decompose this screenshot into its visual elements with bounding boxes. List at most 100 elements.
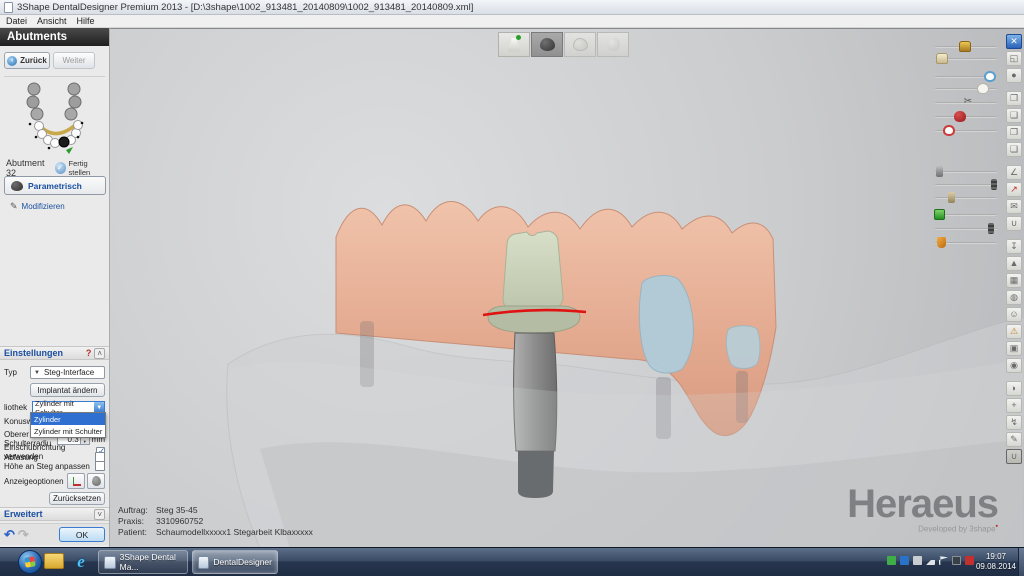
screw-dark-icon[interactable] (991, 179, 997, 190)
fullscreen-icon[interactable]: ◱ (1006, 51, 1022, 66)
notification-icon[interactable] (965, 556, 974, 565)
move-arrows-icon[interactable]: + (1006, 398, 1022, 413)
next-label: Weiter (63, 56, 86, 65)
view-layout-3-icon[interactable]: ❐ (1006, 125, 1022, 140)
tooth-white-icon[interactable] (977, 83, 989, 94)
tooth-red-icon[interactable] (954, 111, 966, 122)
parametric-button[interactable]: Parametrisch (4, 176, 106, 195)
typ-dropdown[interactable]: ▼ Steg-Interface (30, 366, 105, 379)
ok-button[interactable]: OK (59, 527, 105, 542)
display-icon[interactable] (952, 556, 961, 565)
tooth-blue-outline-visibility-slider[interactable] (933, 71, 999, 83)
tooth-blue-outline-icon[interactable] (984, 71, 996, 82)
scissors-icon[interactable] (963, 97, 975, 108)
screw-dark2-visibility-slider[interactable] (933, 223, 999, 235)
crown-step-button[interactable] (564, 32, 596, 57)
warning-icon[interactable]: ⚠ (1006, 324, 1022, 339)
abutment-right-blue[interactable] (639, 276, 693, 374)
title-bar[interactable]: 3Shape DentalDesigner Premium 2013 - [D:… (0, 0, 1024, 15)
tooth-selected-icon[interactable]: ∪ (1006, 449, 1022, 464)
orbit-icon[interactable]: ● (1006, 68, 1022, 83)
preview-icon[interactable]: ▣ (1006, 341, 1022, 356)
abutments-step-button[interactable] (498, 32, 530, 57)
connector-icon[interactable]: ↯ (1006, 415, 1022, 430)
axis-display-button[interactable] (67, 473, 85, 489)
redo-button[interactable]: ↷ (18, 527, 29, 543)
hoehe-checkbox[interactable] (95, 461, 105, 471)
tray-app-icon[interactable] (887, 556, 896, 565)
tooth-red-outline-visibility-slider[interactable] (933, 125, 999, 137)
tooth-display-button[interactable] (87, 473, 105, 489)
wireframe-icon[interactable]: ▦ (1006, 273, 1022, 288)
model-surface-icon[interactable]: ▲ (1006, 256, 1022, 271)
measure-angle-icon[interactable]: ↗ (1006, 182, 1022, 197)
finish-check-icon[interactable]: ✓ (55, 162, 66, 174)
selected-tooth-32-icon[interactable] (59, 137, 69, 147)
network-icon[interactable] (926, 556, 935, 565)
usb-icon[interactable] (913, 556, 922, 565)
view-layout-2-icon[interactable]: ❏ (1006, 108, 1022, 123)
explorer-button[interactable] (44, 553, 64, 569)
undo-button[interactable]: ↶ (4, 527, 15, 543)
cut-tool-visibility-slider[interactable] (933, 97, 999, 109)
menu-ansicht[interactable]: Ansicht (37, 16, 67, 26)
3d-viewport[interactable]: ✕ ◱ ● ❐ ❏ ❐ ❏ ∠ ↗ ✉ ∪ ↧ ▲ ▦ ◍ ☺ ⚠ ▣ ◉ ◗ … (110, 28, 1024, 547)
browser-button[interactable]: e (72, 553, 90, 571)
implant-green-icon[interactable] (934, 209, 945, 220)
menu-hilfe[interactable]: Hilfe (77, 16, 95, 26)
change-implant-button[interactable]: Implantat ändern (30, 383, 105, 397)
screw-dark-visibility-slider[interactable] (933, 179, 999, 191)
next-button[interactable]: Weiter (53, 52, 95, 69)
camera-icon[interactable]: ◉ (1006, 358, 1022, 373)
implant-tan-icon[interactable] (948, 192, 955, 203)
close-icon[interactable]: ✕ (1006, 34, 1022, 49)
advanced-header[interactable]: Erweitert ˅ (0, 507, 109, 521)
dropdown-option-zylinder-schulter[interactable]: Zylinder mit Schulter (31, 425, 105, 437)
brush-orange-icon[interactable] (937, 237, 946, 248)
annotation-icon[interactable]: ✉ (1006, 199, 1022, 214)
implant-screw-icon[interactable]: ↧ (1006, 239, 1022, 254)
abutment-right-small-blue[interactable] (726, 326, 760, 369)
start-button[interactable] (18, 550, 42, 574)
collapse-icon[interactable]: ˄ (94, 348, 105, 359)
bluetooth-icon[interactable] (900, 556, 909, 565)
bar-frame-step-button[interactable] (531, 32, 563, 57)
implant-gray-visibility-slider[interactable] (933, 166, 999, 178)
tooth-outline-icon[interactable]: ∪ (1006, 216, 1022, 231)
settings-header[interactable]: Einstellungen ? ˄ (0, 346, 109, 360)
modify-link[interactable]: ✎ Modifizieren (10, 201, 65, 212)
finish-step-button[interactable] (597, 32, 629, 57)
show-desktop-button[interactable] (1018, 548, 1024, 576)
tooth-dark-icon[interactable]: ◗ (1006, 381, 1022, 396)
view-layout-1-icon[interactable]: ❐ (1006, 91, 1022, 106)
brush-orange-visibility-slider[interactable] (933, 237, 999, 249)
3d-scene[interactable] (110, 29, 1024, 547)
paint-icon[interactable]: ✎ (1006, 432, 1022, 447)
screw-dark2-icon[interactable] (988, 223, 994, 234)
view-layout-4-icon[interactable]: ❏ (1006, 142, 1022, 157)
crown-gold-icon[interactable] (959, 41, 971, 52)
tooth-red-outline-icon[interactable] (943, 125, 955, 136)
tooth-white-visibility-slider[interactable] (933, 83, 999, 95)
action-center-icon[interactable] (939, 556, 948, 565)
implant-gray-icon[interactable] (936, 166, 943, 177)
crown-cream-icon[interactable] (936, 53, 948, 64)
implant-green-visibility-slider[interactable] (933, 209, 999, 221)
reset-button[interactable]: Zurücksetzen (49, 492, 105, 505)
implant-tan-visibility-slider[interactable] (933, 192, 999, 204)
menu-datei[interactable]: Datei (6, 16, 27, 26)
crown-cream-visibility-slider[interactable] (933, 53, 999, 65)
clock[interactable]: 19:07 09.08.2014 (976, 552, 1016, 572)
taskbar-app-dental-manager[interactable]: 3Shape Dental Ma... (98, 550, 188, 574)
back-button[interactable]: ‹ Zurück (4, 52, 50, 69)
dropdown-option-zylinder[interactable]: Zylinder (31, 413, 105, 425)
taskbar-app-dentaldesigner[interactable]: DentalDesigner (192, 550, 278, 574)
crown-gold-visibility-slider[interactable] (933, 41, 999, 53)
tooth-arch-diagram[interactable] (8, 80, 100, 154)
tooth-red-visibility-slider[interactable] (933, 111, 999, 123)
finish-label[interactable]: Fertig stellen (69, 159, 107, 177)
collar-icon[interactable]: ◍ (1006, 290, 1022, 305)
patient-icon[interactable]: ☺ (1006, 307, 1022, 322)
measure-distance-icon[interactable]: ∠ (1006, 165, 1022, 180)
help-icon[interactable]: ? (86, 348, 92, 358)
